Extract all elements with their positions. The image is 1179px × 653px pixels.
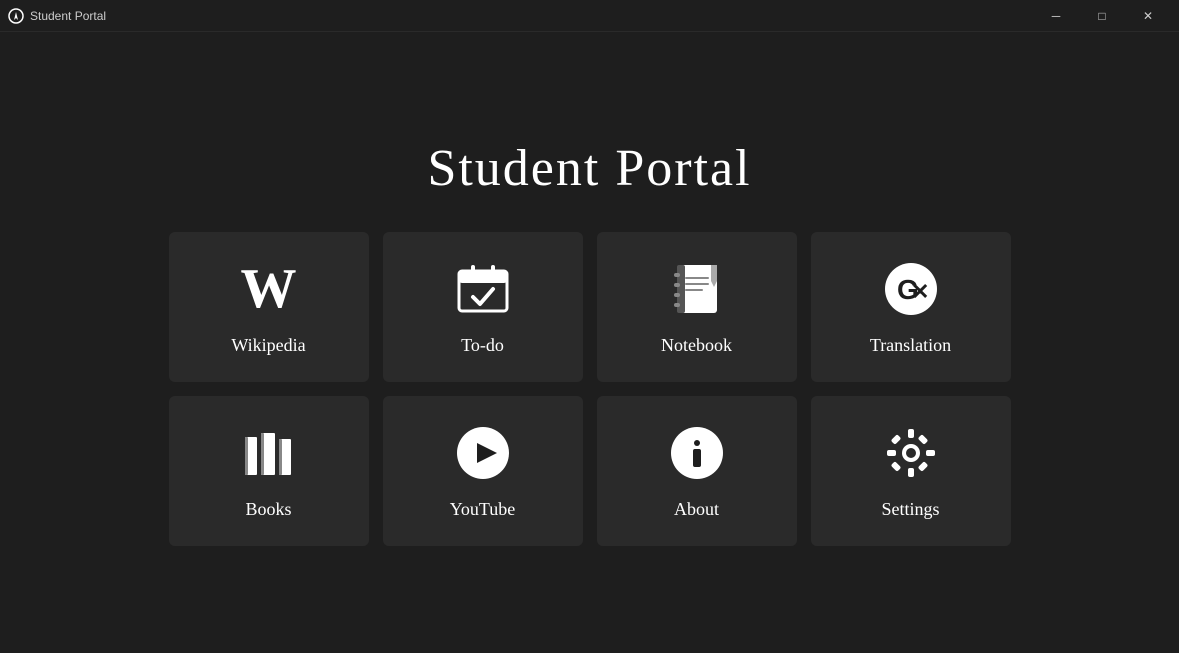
main-content: Student Portal W Wikipedia [0, 32, 1179, 653]
wikipedia-label: Wikipedia [231, 335, 305, 356]
todo-label: To-do [461, 335, 504, 356]
notebook-icon [667, 259, 727, 319]
notebook-tile[interactable]: Notebook [597, 232, 797, 382]
app-grid: W Wikipedia To-do [169, 232, 1011, 546]
settings-icon [881, 423, 941, 483]
books-icon [239, 423, 299, 483]
youtube-tile[interactable]: YouTube [383, 396, 583, 546]
youtube-icon [453, 423, 513, 483]
svg-text:✕: ✕ [911, 279, 929, 304]
translation-label: Translation [870, 335, 951, 356]
youtube-label: YouTube [450, 499, 516, 520]
close-button[interactable]: ✕ [1125, 0, 1171, 32]
minimize-button[interactable]: ─ [1033, 0, 1079, 32]
settings-label: Settings [881, 499, 939, 520]
title-bar-left: Student Portal [8, 8, 106, 24]
books-tile[interactable]: Books [169, 396, 369, 546]
title-bar: Student Portal ─ □ ✕ [0, 0, 1179, 32]
app-icon [8, 8, 24, 24]
wikipedia-tile[interactable]: W Wikipedia [169, 232, 369, 382]
about-label: About [674, 499, 719, 520]
titlebar-title: Student Portal [30, 9, 106, 23]
about-icon [667, 423, 727, 483]
todo-tile[interactable]: To-do [383, 232, 583, 382]
notebook-label: Notebook [661, 335, 732, 356]
about-tile[interactable]: About [597, 396, 797, 546]
todo-icon [453, 259, 513, 319]
translation-tile[interactable]: G ✕ Translation [811, 232, 1011, 382]
maximize-button[interactable]: □ [1079, 0, 1125, 32]
app-heading: Student Portal [427, 139, 751, 198]
settings-tile[interactable]: Settings [811, 396, 1011, 546]
translation-icon: G ✕ [881, 259, 941, 319]
wikipedia-icon: W [239, 259, 299, 319]
titlebar-controls: ─ □ ✕ [1033, 0, 1171, 32]
books-label: Books [245, 499, 291, 520]
